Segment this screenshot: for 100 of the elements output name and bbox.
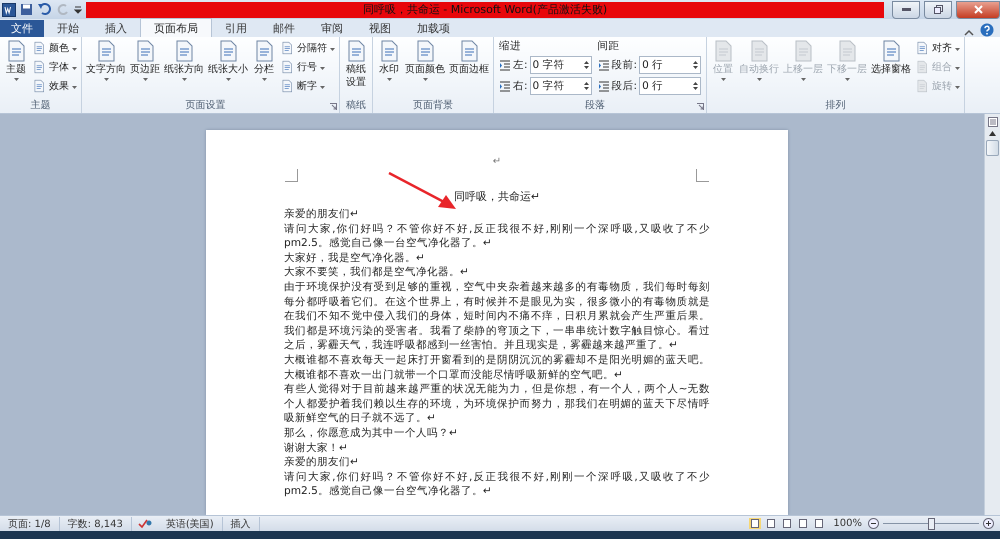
ribbon-tab[interactable]: 视图 (356, 20, 404, 37)
ribbon-button[interactable]: 字体 (31, 59, 78, 75)
paragraph: 谢谢大家！↵ (284, 440, 349, 456)
restore-icon (934, 5, 942, 14)
ribbon-button[interactable]: 颜色 (31, 40, 78, 56)
ribbon-button[interactable]: 稿纸设置 (343, 39, 369, 99)
spinner-arrows-icon (584, 81, 589, 91)
margin-corner-mark (696, 169, 709, 182)
ribbon-tab[interactable]: 审阅 (308, 20, 356, 37)
document-icon (915, 60, 930, 74)
zoom-slider-thumb[interactable] (928, 518, 935, 530)
document-icon (32, 60, 46, 74)
window-title: 同呼吸，共命运 - Microsoft Word(产品激活失败) (362, 2, 608, 17)
ribbon-button[interactable]: 效果 (31, 78, 78, 94)
group-label: 段落 (584, 99, 606, 113)
ribbon-button[interactable]: 水印 (376, 39, 402, 99)
field-label: 左: (513, 58, 528, 72)
caret-icon (844, 78, 850, 81)
ribbon-button[interactable]: 纸张方向 (163, 39, 205, 99)
section-heading: 缩进 (499, 39, 522, 53)
view-mode-icon[interactable] (765, 518, 778, 529)
ribbon-tab[interactable]: 加载项 (404, 20, 463, 37)
ribbon-button[interactable]: 主题 (3, 39, 29, 99)
spin-field[interactable]: 0 字符 (530, 77, 592, 95)
ribbon-tab[interactable]: 邮件 (260, 20, 308, 37)
ribbon-button[interactable]: 断字 (279, 78, 336, 94)
ribbon-button[interactable]: 文字方向 (85, 39, 127, 99)
ribbon-button[interactable]: 纸张大小 (207, 39, 249, 99)
proofing-icon[interactable] (138, 518, 152, 529)
ribbon-tab[interactable]: 文件 (0, 20, 44, 37)
paragraph: 请问大家,你们好吗？不管你好不好,反正我很不好,刚刚一个深呼吸,又吸收了不少 pm2.5。感觉自己像一台空气净化器了。↵ (284, 222, 710, 251)
ribbon-button[interactable]: 页面边框 (448, 39, 490, 99)
ribbon-button[interactable]: 对齐 (914, 40, 962, 56)
caret-icon (756, 78, 762, 81)
spin-field[interactable]: 0 行 (639, 56, 702, 74)
spin-field[interactable]: 0 行 (639, 77, 702, 95)
paragraph: 由于环境保护没有受到足够的重视，空气中夹杂着越来越多的有毒物质，我们每时每刻每分都呼吸着它们。在这个世界上，有时候并不是眼见为实，很多微小的有毒物质就是在我们不知不觉中侵入我们的身体，短时间内不痛不痒，日积月累就会产生严重后果。我们都是环境污染的受害者。我看了柴静的穹顶之下，一串串统计数字触目惊心。看过之后，雾霾天气，我连呼吸都感到一丝害怕。并且现实是，雾霾越来越严重了。↵ (284, 280, 710, 353)
close-button[interactable] (956, 0, 1000, 18)
collapse-ribbon-icon[interactable] (964, 29, 974, 37)
caret-icon (720, 78, 726, 81)
ribbon-tab[interactable]: 引用 (212, 20, 260, 37)
paragraph: 请问大家,你们好吗？不管你好不好,反正我很不好,刚刚一个深呼吸,又吸收了不少 pm2.5。感觉自己像一台空气净化器了。↵ (284, 470, 710, 499)
view-mode-icon[interactable] (813, 518, 826, 529)
caret-icon (955, 86, 960, 88)
document-icon (280, 60, 294, 74)
help-icon[interactable] (980, 23, 994, 37)
document-icon (32, 79, 46, 93)
caret-icon (182, 78, 186, 81)
caret-icon (330, 48, 335, 50)
group-label: 排列 (824, 99, 847, 113)
ribbon-button[interactable]: 分栏 (251, 39, 277, 99)
view-mode-icon[interactable] (781, 518, 794, 529)
field-label: 右: (513, 79, 528, 93)
indent-icon (598, 80, 610, 92)
caret-icon (800, 78, 806, 81)
vertical-scrollbar[interactable] (984, 114, 1000, 515)
view-mode-icon[interactable] (797, 518, 810, 529)
ribbon-button[interactable]: 页面颜色 (404, 39, 446, 99)
document-icon (915, 79, 930, 93)
indent-icon (598, 59, 610, 71)
zoom-in-icon[interactable] (983, 518, 994, 529)
save-icon[interactable] (20, 3, 33, 16)
minimize-button[interactable] (892, 0, 920, 18)
paragraph: 亲爱的朋友们↵ (284, 207, 360, 222)
zoom-level[interactable]: 100% (827, 518, 868, 529)
dialog-launcher-icon[interactable] (330, 103, 337, 110)
ribbon-button[interactable]: 页边距 (129, 39, 161, 99)
group-label: 页面设置 (184, 99, 226, 113)
spinner-arrows-icon (693, 60, 698, 70)
ribbon-tab[interactable]: 开始 (44, 20, 92, 37)
ribbon-tab[interactable]: 页面布局 (140, 18, 212, 37)
indent-icon (499, 80, 511, 92)
ruler-toggle-icon[interactable] (988, 117, 998, 127)
ribbon-button[interactable]: 行号 (279, 59, 336, 75)
ribbon-button[interactable]: 选择窗格 (870, 39, 912, 99)
caret-icon (142, 78, 148, 81)
caret-icon (72, 66, 77, 70)
document-icon (32, 41, 46, 55)
zoom-out-icon[interactable] (868, 518, 879, 529)
scroll-up-icon[interactable] (989, 131, 996, 136)
view-mode-icon[interactable] (749, 518, 762, 529)
caret-icon (262, 78, 266, 81)
field-label: 段后: (612, 79, 638, 93)
paragraph: 大家好，我是空气净化器。↵ (284, 250, 426, 266)
ribbon-tab[interactable]: 插入 (92, 20, 140, 37)
paragraph: 大家不要笑，我们都是空气净化器。↵ (284, 265, 470, 280)
spin-field[interactable]: 0 字符 (530, 56, 592, 74)
paragraph: 亲爱的朋友们↵ (284, 455, 360, 470)
restore-button[interactable] (924, 0, 952, 18)
caret-icon (14, 78, 18, 81)
undo-icon[interactable] (37, 3, 53, 16)
ribbon-button[interactable]: 分隔符 (279, 40, 336, 56)
caret-icon (320, 66, 325, 70)
scroll-thumb[interactable] (986, 140, 999, 156)
word-logo-icon[interactable] (2, 2, 16, 16)
group-label: 主题 (30, 99, 52, 113)
caret-icon (72, 48, 77, 50)
caret-icon (226, 78, 230, 81)
dialog-launcher-icon[interactable] (697, 103, 704, 110)
caret-icon (320, 86, 325, 88)
